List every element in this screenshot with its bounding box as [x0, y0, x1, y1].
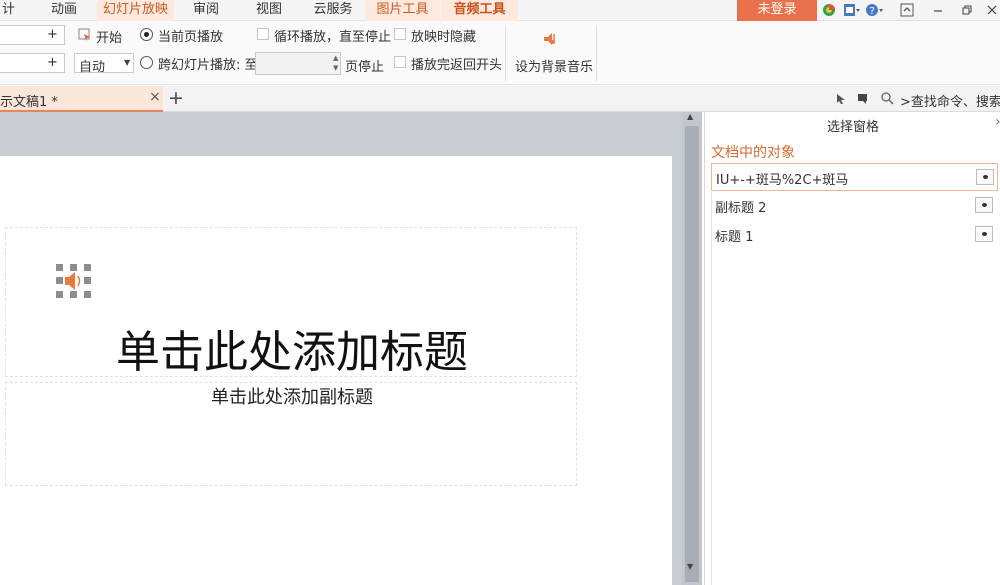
divider — [505, 25, 506, 81]
tab-slideshow[interactable]: 幻灯片放映 — [97, 0, 174, 21]
selection-pane: 选择窗格 › 文档中的对象 IU+-+斑马%2C+斑马 副标题 2 标题 1 — [704, 112, 1000, 585]
play-current-label[interactable]: 当前页播放 — [158, 26, 223, 45]
divider — [596, 25, 597, 81]
hide-checkbox[interactable] — [394, 28, 406, 40]
tab-audio-tools[interactable]: 音频工具 — [441, 0, 518, 21]
slide-canvas[interactable]: 单击此处添加标题 单击此处添加副标题 — [0, 112, 682, 585]
visibility-eye-icon[interactable] — [975, 197, 993, 213]
object-label: 标题 1 — [715, 230, 754, 245]
chevron-right-icon[interactable]: › — [995, 114, 1000, 130]
object-list — [711, 192, 998, 585]
vertical-scrollbar[interactable]: ▲ ▼ — [682, 112, 702, 585]
close-window-icon[interactable] — [985, 3, 999, 17]
start-icon — [78, 28, 90, 41]
object-label: 副标题 2 — [715, 201, 767, 216]
tab-design[interactable]: 计 — [0, 0, 22, 21]
search-icon[interactable] — [881, 92, 894, 105]
list-item[interactable]: 标题 1 — [711, 221, 998, 249]
rewind-label[interactable]: 播放完返回开头 — [411, 54, 502, 73]
object-label: IU+-+斑马%2C+斑马 — [716, 173, 849, 188]
hide-label[interactable]: 放映时隐藏 — [411, 26, 476, 45]
down-arrow-icon[interactable]: ▼ — [333, 64, 338, 72]
set-background-music-button[interactable]: 设为背景音乐 — [512, 27, 594, 79]
restore-icon[interactable] — [960, 3, 974, 17]
tab-cloud-service[interactable]: 云服务 — [304, 0, 362, 21]
collapse-ribbon-icon[interactable] — [900, 3, 914, 17]
document-tab-bar: 示文稿1 * × + >查找命令、搜索... — [0, 86, 1000, 112]
title-placeholder[interactable]: 单击此处添加标题 — [5, 227, 578, 380]
pane-title: 选择窗格 — [826, 120, 879, 135]
slide[interactable]: 单击此处添加标题 单击此处添加副标题 — [0, 156, 672, 585]
play-current-radio[interactable] — [140, 28, 153, 41]
comment-icon[interactable] — [857, 93, 869, 105]
tab-picture-tools[interactable]: 图片工具 — [365, 0, 440, 21]
start-label[interactable]: 开始 — [96, 27, 122, 46]
menu-bar: 计 动画 幻灯片放映 审阅 视图 云服务 图片工具 音频工具 未登录 ? — [0, 0, 1000, 21]
play-across-label[interactable]: 跨幻灯片播放: 至 — [158, 54, 258, 73]
list-item[interactable]: 副标题 2 — [711, 192, 998, 220]
loop-label[interactable]: 循环播放，直至停止 — [274, 26, 391, 45]
speaker-icon — [56, 264, 91, 298]
increment-icon[interactable]: + — [47, 27, 58, 42]
tab-review[interactable]: 审阅 — [180, 0, 232, 21]
document-tab-title: 示文稿1 * — [0, 95, 58, 110]
tab-view[interactable]: 视图 — [243, 0, 295, 21]
login-button[interactable]: 未登录 — [737, 0, 817, 21]
up-arrow-icon[interactable]: ▲ — [333, 54, 338, 62]
close-tab-icon[interactable]: × — [149, 89, 161, 105]
volume-value: 自动 — [79, 60, 106, 75]
pane-subtitle: 文档中的对象 — [711, 145, 795, 161]
minimize-icon[interactable] — [931, 3, 945, 17]
fade-in-spinner[interactable]: + — [0, 25, 65, 45]
fade-out-spinner[interactable]: + — [0, 53, 65, 73]
document-tab[interactable]: 示文稿1 * × — [0, 86, 163, 112]
stop-page-spinner[interactable]: ▲ ▼ — [255, 52, 341, 75]
help-icon[interactable]: ? — [866, 3, 884, 17]
page-stop-label: 页停止 — [345, 60, 385, 75]
ribbon: + + 开始 自动 ▼ 当前页播放 跨幻灯片播放: 至 ▲ ▼ 页停止 循环播放… — [0, 21, 1000, 85]
visibility-eye-icon[interactable] — [975, 226, 993, 242]
volume-select[interactable]: 自动 ▼ — [74, 53, 134, 75]
skin-icon[interactable] — [822, 3, 836, 17]
play-across-radio[interactable] — [140, 56, 153, 69]
subtitle-placeholder[interactable]: 单击此处添加副标题 — [5, 382, 577, 486]
slide-subtitle[interactable]: 单击此处添加副标题 — [6, 383, 578, 409]
pointer-icon[interactable] — [835, 93, 847, 105]
visibility-eye-icon[interactable] — [976, 169, 994, 185]
svg-text:?: ? — [870, 6, 875, 17]
new-tab-icon[interactable]: + — [168, 87, 184, 109]
background-music-label: 设为背景音乐 — [515, 60, 594, 75]
window-menu-icon[interactable] — [843, 3, 861, 17]
scroll-down-icon[interactable]: ▼ — [687, 562, 693, 571]
tab-animation[interactable]: 动画 — [38, 0, 90, 21]
find-command-input[interactable]: >查找命令、搜索... — [900, 91, 1000, 110]
scrollbar-thumb[interactable] — [685, 126, 699, 582]
slide-title[interactable]: 单击此处添加标题 — [6, 316, 578, 380]
increment-icon[interactable]: + — [47, 55, 58, 70]
chevron-down-icon: ▼ — [124, 58, 131, 67]
audio-object[interactable] — [56, 264, 92, 298]
music-note-icon — [544, 33, 555, 45]
loop-checkbox[interactable] — [257, 28, 269, 40]
list-item[interactable]: IU+-+斑马%2C+斑马 — [711, 163, 998, 191]
scroll-up-icon[interactable]: ▲ — [687, 112, 693, 121]
rewind-checkbox[interactable] — [394, 56, 406, 68]
